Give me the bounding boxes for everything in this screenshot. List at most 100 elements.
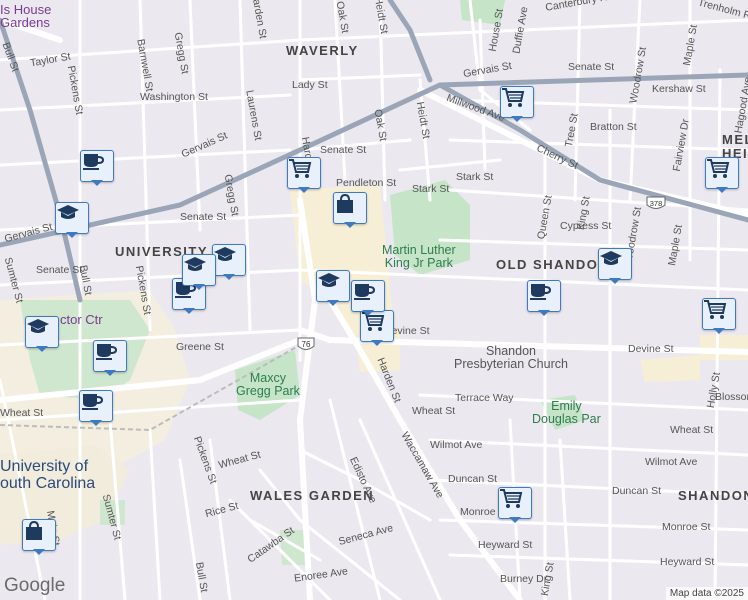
neighborhood-label: WALES GARDEN: [250, 488, 375, 503]
street-label: Blossom St: [715, 391, 748, 403]
graduation-cap-icon: [598, 248, 632, 280]
route-shield-text: 378: [650, 199, 663, 208]
map-attribution[interactable]: Map data ©2025: [665, 587, 748, 600]
neighborhood-label: OLD SHANDON: [496, 257, 610, 272]
shopping-cart-marker[interactable]: [705, 157, 739, 193]
graduation-cap-icon: [25, 316, 59, 348]
shopping-bag-marker[interactable]: [333, 192, 367, 228]
graduation-cap-icon: [212, 244, 246, 276]
coffee-cup-marker[interactable]: [79, 390, 113, 426]
street-label: Senate St: [568, 61, 615, 73]
street-label: Stark St: [412, 183, 450, 195]
street-label: Wilmot Ave: [430, 439, 483, 451]
street-label: Wheat St: [0, 407, 44, 419]
shopping-cart-icon: [705, 157, 739, 189]
street-label: Devine St: [628, 343, 674, 355]
coffee-cup-icon: [80, 150, 114, 182]
marker-pointer: [36, 346, 48, 352]
street-label: Senate St: [36, 264, 83, 276]
street-label: Pendleton St: [336, 177, 397, 189]
marker-pointer: [327, 300, 339, 306]
graduation-cap-marker[interactable]: [55, 202, 89, 238]
street-label: Greene St: [176, 341, 224, 353]
marker-pointer: [509, 517, 521, 523]
shopping-bag-marker[interactable]: [22, 519, 56, 555]
poi-label: Is House Gardens: [0, 2, 52, 30]
marker-pointer: [344, 222, 356, 228]
street-label: Bratton St: [590, 121, 637, 133]
street-label: Terrace Way: [455, 392, 514, 404]
coffee-cup-icon: [79, 390, 113, 422]
street-label: Wheat St: [670, 424, 714, 436]
shopping-cart-marker[interactable]: [500, 86, 534, 122]
marker-pointer: [193, 284, 205, 290]
graduation-cap-marker[interactable]: [182, 254, 216, 290]
street-label: Washington St: [140, 91, 208, 103]
marker-pointer: [183, 308, 195, 314]
poi-label: University of outh Carolina: [0, 458, 96, 492]
google-logo: Google: [4, 575, 66, 596]
street-label: Duncan St: [612, 485, 662, 497]
coffee-cup-marker[interactable]: [351, 280, 385, 316]
street-label: Stark St: [456, 171, 494, 183]
park-label: Emily Douglas Par: [532, 399, 601, 426]
marker-pointer: [33, 549, 45, 555]
street-label: Lady St: [292, 79, 328, 91]
poi-label: Shandon Presbyterian Church: [454, 344, 568, 371]
graduation-cap-icon: [182, 254, 216, 286]
coffee-cup-marker[interactable]: [80, 150, 114, 186]
marker-pointer: [91, 180, 103, 186]
street-label: Heyward St: [478, 539, 533, 551]
shopping-cart-icon: [500, 86, 534, 118]
shopping-cart-icon: [287, 157, 321, 189]
shopping-bag-icon: [333, 192, 367, 224]
street-label: Wheat St: [412, 405, 456, 417]
marker-pointer: [713, 328, 725, 334]
neighborhood-label: WAVERLY: [286, 43, 359, 58]
route-shield-text: 76: [302, 340, 311, 349]
street-label: Wilmot Ave: [645, 456, 698, 468]
street-label: Senate St: [320, 144, 367, 156]
marker-pointer: [362, 310, 374, 316]
graduation-cap-marker[interactable]: [316, 270, 350, 306]
coffee-cup-marker[interactable]: [527, 280, 561, 316]
shopping-cart-icon: [702, 298, 736, 330]
marker-pointer: [104, 370, 116, 376]
coffee-cup-icon: [351, 280, 385, 312]
map-canvas[interactable]: WAVERLY UNIVERSITY H OLD SHANDON WALES G…: [0, 0, 748, 600]
marker-pointer: [371, 340, 383, 346]
coffee-cup-icon: [527, 280, 561, 312]
marker-pointer: [609, 278, 621, 284]
graduation-cap-marker[interactable]: [212, 244, 246, 280]
coffee-cup-marker[interactable]: [93, 340, 127, 376]
graduation-cap-icon: [55, 202, 89, 234]
marker-pointer: [66, 232, 78, 238]
poi-label: ctor Ctr: [60, 312, 103, 327]
shopping-cart-marker[interactable]: [498, 487, 532, 523]
shopping-cart-marker[interactable]: [287, 157, 321, 193]
marker-pointer: [511, 116, 523, 122]
route-378-shield: 378: [645, 196, 666, 212]
street-label: Kershaw St: [652, 83, 706, 95]
street-label: Duncan St: [448, 473, 498, 485]
marker-pointer: [223, 274, 235, 280]
street-label: Monroe St: [662, 521, 711, 533]
marker-pointer: [90, 420, 102, 426]
marker-pointer: [298, 187, 310, 193]
marker-pointer: [538, 310, 550, 316]
park-label: Maxcy Gregg Park: [236, 371, 300, 398]
shopping-cart-marker[interactable]: [702, 298, 736, 334]
neighborhood-label: MEL: [722, 132, 748, 147]
graduation-cap-icon: [316, 270, 350, 302]
route-76-shield: 76: [296, 337, 316, 353]
marker-pointer: [716, 187, 728, 193]
coffee-cup-icon: [93, 340, 127, 372]
shopping-bag-icon: [22, 519, 56, 551]
park-label: Martin Luther King Jr Park: [382, 243, 456, 270]
street-label: Heyward St: [660, 556, 715, 568]
graduation-cap-marker[interactable]: [25, 316, 59, 352]
neighborhood-label: SHANDON: [678, 488, 748, 503]
street-label: Senate St: [180, 211, 227, 223]
shopping-cart-icon: [498, 487, 532, 519]
graduation-cap-marker[interactable]: [598, 248, 632, 284]
